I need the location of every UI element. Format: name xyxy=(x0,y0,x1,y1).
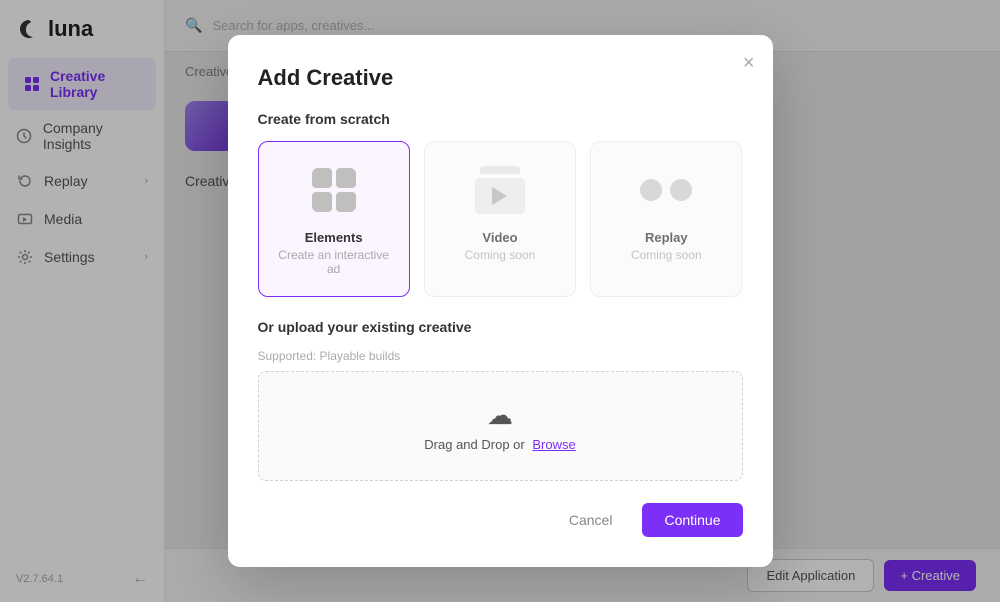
elements-sq-bl xyxy=(312,192,332,212)
create-cards-row: Elements Create an interactive ad Video … xyxy=(258,141,743,297)
elements-icon-area xyxy=(306,162,362,218)
upload-heading: Or upload your existing creative xyxy=(258,319,743,335)
modal-close-button[interactable]: × xyxy=(743,53,755,73)
drag-drop-label: Drag and Drop or xyxy=(424,437,524,452)
replay-circle-1 xyxy=(640,179,662,201)
cancel-button[interactable]: Cancel xyxy=(549,503,633,537)
video-card[interactable]: Video Coming soon xyxy=(424,141,576,297)
elements-card-subtitle: Create an interactive ad xyxy=(275,248,393,276)
modal-overlay[interactable]: × Add Creative Create from scratch Eleme… xyxy=(0,0,1000,602)
play-triangle-icon xyxy=(492,187,507,205)
upload-browse-link[interactable]: Browse xyxy=(532,437,575,452)
elements-sq-tr xyxy=(336,168,356,188)
video-screen xyxy=(475,178,525,214)
add-creative-modal: × Add Creative Create from scratch Eleme… xyxy=(228,35,773,567)
modal-title: Add Creative xyxy=(258,65,743,91)
replay-circle-2 xyxy=(670,179,692,201)
create-from-scratch-heading: Create from scratch xyxy=(258,111,743,127)
elements-card[interactable]: Elements Create an interactive ad xyxy=(258,141,410,297)
upload-drag-text: Drag and Drop or Browse xyxy=(424,437,575,452)
continue-button[interactable]: Continue xyxy=(642,503,742,537)
upload-cloud-icon: ☁ xyxy=(487,400,513,431)
elements-card-title: Elements xyxy=(305,230,363,245)
replay-card-subtitle: Coming soon xyxy=(631,248,702,262)
replay-card[interactable]: Replay Coming soon xyxy=(590,141,742,297)
upload-supported-text: Supported: Playable builds xyxy=(258,349,743,363)
elements-grid-icon xyxy=(312,168,356,212)
video-card-subtitle: Coming soon xyxy=(465,248,536,262)
elements-sq-tl xyxy=(312,168,332,188)
replay-card-title: Replay xyxy=(645,230,688,245)
modal-footer: Cancel Continue xyxy=(258,503,743,537)
video-card-title: Video xyxy=(482,230,517,245)
replay-circles-icon xyxy=(640,179,692,201)
video-icon-wrap xyxy=(475,166,525,214)
upload-dropzone[interactable]: ☁ Drag and Drop or Browse xyxy=(258,371,743,481)
replay-icon-area xyxy=(638,162,694,218)
video-icon-area xyxy=(472,162,528,218)
upload-section: Or upload your existing creative Support… xyxy=(258,319,743,481)
elements-sq-br xyxy=(336,192,356,212)
video-top-bar xyxy=(480,166,520,174)
